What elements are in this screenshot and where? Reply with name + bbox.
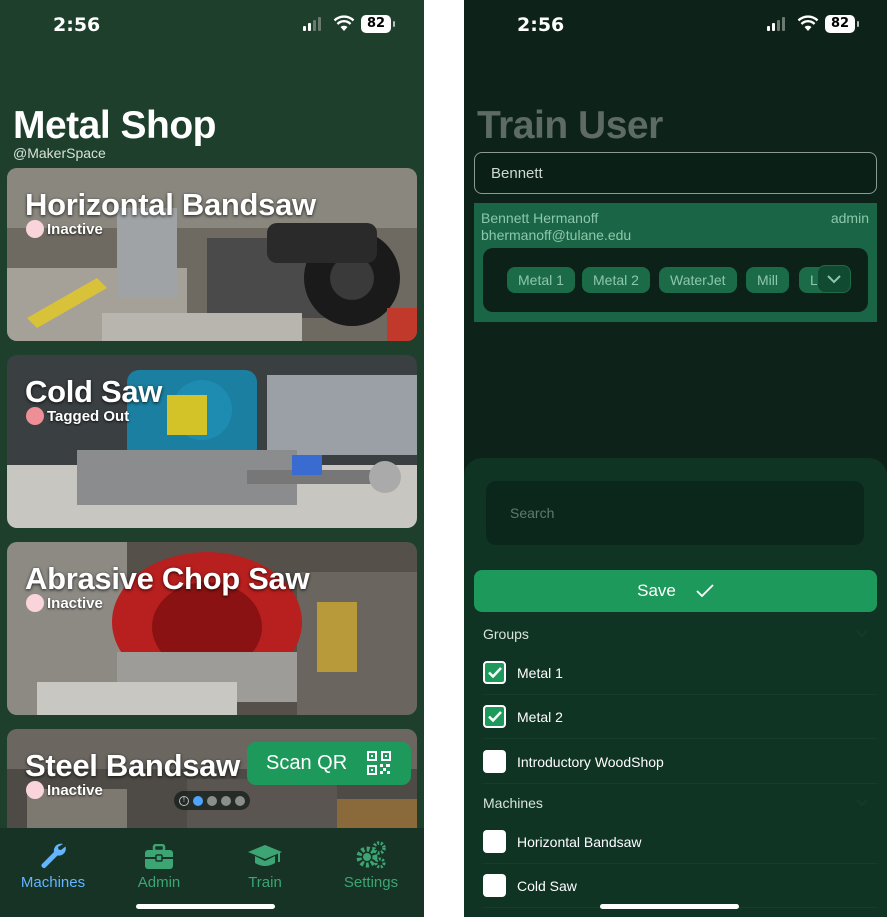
training-chip[interactable]: Mill — [746, 267, 789, 293]
tab-settings[interactable]: Settings — [318, 828, 424, 891]
checkmark-icon — [696, 584, 714, 598]
machine-status: Inactive — [26, 594, 103, 612]
home-indicator[interactable] — [136, 904, 275, 909]
status-dot — [26, 594, 44, 612]
tab-label: Train — [248, 874, 282, 891]
checkbox-unchecked[interactable] — [483, 830, 506, 853]
checkbox-checked[interactable] — [483, 705, 506, 728]
qr-code-icon — [367, 751, 391, 775]
user-role: admin — [830, 210, 869, 226]
train-user-screen: 2:56 82 Train User Bennett Bennett Herma… — [464, 0, 887, 917]
battery-icon: 82 — [825, 15, 859, 33]
user-email: bhermanoff@tulane.edu — [481, 227, 632, 243]
wifi-icon — [797, 15, 819, 31]
save-button[interactable]: Save — [474, 570, 877, 612]
chevron-down-icon[interactable] — [856, 799, 868, 807]
chevron-down-icon — [827, 274, 841, 283]
tab-label: Settings — [343, 874, 399, 891]
user-result-card[interactable]: Bennett Hermanoff bhermanoff@tulane.edu … — [474, 203, 877, 322]
cellular-signal-icon — [303, 17, 323, 31]
tab-machines[interactable]: Machines — [0, 828, 106, 891]
machine-row-horizontal-bandsaw[interactable]: Horizontal Bandsaw — [483, 820, 877, 864]
status-dot — [26, 781, 44, 799]
page-dot — [221, 795, 231, 806]
status-dot — [26, 407, 44, 425]
group-row-metal-1[interactable]: Metal 1 — [483, 651, 877, 695]
machine-name: Cold Saw — [25, 374, 163, 409]
tab-admin[interactable]: Admin — [106, 828, 212, 891]
scan-qr-button[interactable]: Scan QR — [247, 742, 411, 785]
page-dot — [235, 795, 245, 806]
machine-status: Tagged Out — [26, 407, 129, 425]
machine-row-cold-saw[interactable]: Cold Saw — [483, 864, 877, 908]
cellular-signal-icon — [767, 17, 787, 31]
page-title: Train User — [477, 104, 663, 147]
status-label: Inactive — [47, 220, 103, 238]
page-subtitle: @MakerSpace — [13, 145, 106, 161]
status-label: Tagged Out — [47, 407, 130, 425]
group-row-metal-2[interactable]: Metal 2 — [483, 695, 877, 739]
machines-heading: Machines — [483, 795, 543, 811]
user-search-input[interactable]: Bennett — [474, 152, 877, 194]
status-label: Inactive — [47, 781, 103, 799]
tab-bar: Machines Admin Train Settings — [0, 828, 424, 917]
machine-label: Horizontal Bandsaw — [517, 833, 642, 850]
machine-name: Abrasive Chop Saw — [25, 561, 310, 596]
checkbox-unchecked[interactable] — [483, 750, 506, 773]
training-chips: Metal 1 Metal 2 WaterJet Mill L — [483, 248, 868, 312]
page-dot — [193, 795, 203, 806]
status-label: Inactive — [47, 594, 103, 612]
status-dot — [26, 220, 44, 238]
wrench-icon — [41, 843, 66, 868]
machine-card-abrasive-chop-saw[interactable]: Abrasive Chop Saw Inactive — [7, 542, 417, 715]
machine-name: Steel Bandsaw — [25, 748, 240, 783]
machine-name: Horizontal Bandsaw — [25, 187, 316, 222]
machine-card-horizontal-bandsaw[interactable]: Horizontal Bandsaw Inactive — [7, 168, 417, 341]
status-time: 2:56 — [517, 14, 565, 36]
training-sheet: Search Save Groups Metal 1 Metal 2 Intro… — [464, 458, 887, 917]
briefcase-icon — [145, 844, 173, 869]
tab-train[interactable]: Train — [212, 828, 318, 891]
home-indicator[interactable] — [600, 904, 739, 909]
status-bar: 2:56 82 — [464, 0, 887, 50]
machine-label: Cold Saw — [517, 877, 577, 894]
info-icon: ! — [179, 795, 189, 806]
expand-chips-button[interactable] — [817, 265, 851, 293]
save-label: Save — [637, 581, 676, 600]
machines-screen: 2:56 82 Metal Shop @MakerSpace Horizonta… — [0, 0, 424, 917]
chevron-down-icon[interactable] — [856, 630, 868, 638]
machine-card-cold-saw[interactable]: Cold Saw Tagged Out — [7, 355, 417, 528]
tab-label: Admin — [137, 874, 181, 891]
checkbox-checked[interactable] — [483, 661, 506, 684]
machine-status: Inactive — [26, 781, 103, 799]
groups-heading: Groups — [483, 626, 529, 642]
page-title: Metal Shop — [13, 104, 217, 147]
group-label: Metal 2 — [517, 708, 563, 725]
group-row-introductory-woodshop[interactable]: Introductory WoodShop — [483, 740, 877, 784]
search-input[interactable]: Search — [486, 481, 864, 545]
machine-status: Inactive — [26, 220, 103, 238]
training-chip[interactable]: WaterJet — [659, 267, 737, 293]
status-bar: 2:56 82 — [0, 0, 424, 50]
graduation-cap-icon — [248, 845, 282, 866]
wifi-icon — [333, 15, 355, 31]
training-chip[interactable]: Metal 1 — [507, 267, 575, 293]
gears-icon — [356, 841, 386, 869]
checkbox-unchecked[interactable] — [483, 874, 506, 897]
group-label: Introductory WoodShop — [517, 753, 664, 770]
battery-icon: 82 — [361, 15, 395, 33]
training-chip[interactable]: Metal 2 — [582, 267, 650, 293]
scan-qr-label: Scan QR — [266, 752, 348, 774]
group-label: Metal 1 — [517, 664, 563, 681]
tab-label: Machines — [20, 874, 86, 891]
page-indicator[interactable]: ! — [174, 791, 250, 810]
status-time: 2:56 — [53, 14, 101, 36]
page-dot — [207, 795, 217, 806]
user-name: Bennett Hermanoff — [481, 210, 599, 226]
